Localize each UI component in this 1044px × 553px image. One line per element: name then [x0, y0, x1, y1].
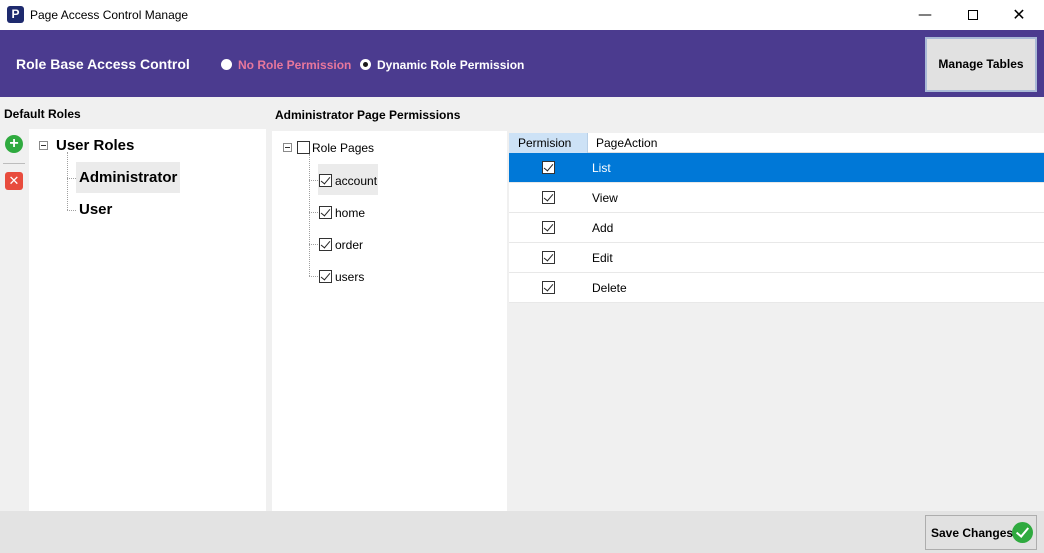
tree-connector [309, 244, 318, 245]
tree-connector [309, 154, 310, 276]
add-role-button[interactable]: + [5, 135, 23, 153]
tree-connector [309, 180, 318, 181]
page-item-home[interactable]: home [318, 196, 378, 227]
radio-unchecked-icon [221, 59, 232, 70]
footer-bar: Save Changes [0, 511, 1044, 553]
page-action-cell: Delete [592, 281, 627, 295]
page-label: users [335, 270, 365, 284]
page-label: account [335, 174, 378, 188]
roles-toolbar: + ✕ [0, 129, 28, 511]
page-action-cell: List [592, 161, 611, 175]
role-item-user[interactable]: User [76, 194, 115, 225]
page-action-cell: Add [592, 221, 614, 235]
page-action-cell: Edit [592, 251, 613, 265]
app-window: P Page Access Control Manage — ✕ Role Ba… [0, 0, 1044, 553]
column-header-page-action[interactable]: PageAction [589, 133, 657, 153]
maximize-icon [968, 10, 978, 20]
collapse-icon[interactable] [39, 141, 48, 150]
pages-tree: Role Pages account home order users [272, 131, 507, 511]
header-band: Role Base Access Control No Role Permiss… [0, 30, 1044, 97]
role-pages-checkbox[interactable] [297, 141, 310, 154]
role-item-administrator[interactable]: Administrator [76, 162, 181, 193]
page-checkbox[interactable] [319, 238, 332, 251]
dynamic-role-permission-label: Dynamic Role Permission [377, 58, 525, 72]
radio-checked-icon [360, 59, 371, 70]
column-header-permission[interactable]: Permision [509, 133, 588, 153]
delete-role-button[interactable]: ✕ [5, 172, 23, 190]
maximize-button[interactable] [950, 0, 996, 30]
window-title: Page Access Control Manage [30, 8, 189, 22]
no-role-permission-label: No Role Permission [238, 58, 352, 72]
save-changes-button[interactable]: Save Changes [925, 515, 1037, 550]
tree-connector [67, 178, 76, 179]
page-item-users[interactable]: users [318, 260, 378, 291]
title-bar: P Page Access Control Manage — ✕ [0, 0, 1044, 30]
permission-checkbox[interactable] [542, 251, 555, 264]
tree-connector [309, 212, 318, 213]
tree-connector [67, 152, 68, 210]
permission-checkbox[interactable] [542, 281, 555, 294]
tree-connector [67, 210, 76, 211]
app-logo-icon: P [7, 6, 24, 23]
page-permissions-heading: Administrator Page Permissions [275, 108, 461, 122]
role-pages-node[interactable]: Role Pages [312, 141, 374, 155]
table-row[interactable]: Edit [509, 243, 1044, 273]
collapse-icon[interactable] [283, 143, 292, 152]
page-checkbox[interactable] [319, 206, 332, 219]
page-checkbox[interactable] [319, 174, 332, 187]
user-roles-node[interactable]: User Roles [56, 137, 134, 154]
page-item-order[interactable]: order [318, 228, 378, 259]
roles-tree: User Roles Administrator User [29, 129, 266, 511]
permission-checkbox[interactable] [542, 161, 555, 174]
table-row[interactable]: Add [509, 213, 1044, 243]
page-label: home [335, 206, 366, 220]
close-button[interactable]: ✕ [996, 0, 1042, 30]
toolbar-divider [3, 163, 25, 164]
save-changes-label: Save Changes [931, 526, 1014, 540]
table-row[interactable]: List [509, 153, 1044, 183]
manage-tables-button[interactable]: Manage Tables [925, 37, 1037, 92]
permission-checkbox[interactable] [542, 191, 555, 204]
table-row[interactable]: Delete [509, 273, 1044, 303]
grid-header: Permision PageAction [509, 133, 1044, 153]
default-roles-heading: Default Roles [4, 107, 81, 121]
page-item-account[interactable]: account [318, 164, 378, 195]
permission-checkbox[interactable] [542, 221, 555, 234]
permissions-grid: Permision PageAction List View Add Edit … [509, 131, 1044, 511]
checkmark-icon [1012, 522, 1033, 543]
minimize-button[interactable]: — [902, 0, 948, 30]
header-title: Role Base Access Control [16, 56, 190, 72]
tree-connector [309, 276, 318, 277]
table-row[interactable]: View [509, 183, 1044, 213]
page-checkbox[interactable] [319, 270, 332, 283]
page-label: order [335, 238, 364, 252]
page-action-cell: View [592, 191, 618, 205]
